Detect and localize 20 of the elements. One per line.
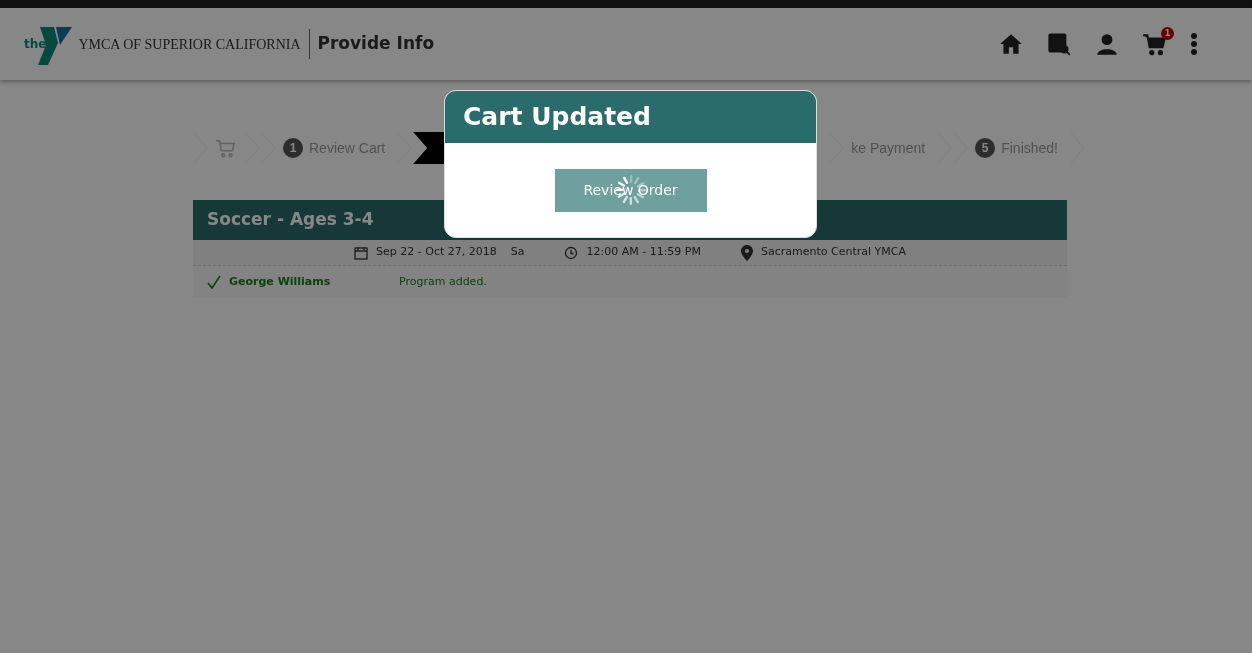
more-menu-icon[interactable] bbox=[1190, 32, 1198, 56]
cart-count-badge: 1 bbox=[1161, 27, 1174, 40]
program-dates: Sep 22 - Oct 27, 2018 bbox=[376, 244, 497, 261]
program-time: 12:00 AM - 11:59 PM bbox=[586, 244, 701, 261]
cart-icon[interactable] bbox=[1142, 31, 1168, 57]
user-icon[interactable] bbox=[1094, 31, 1120, 57]
organization-name: YMCA OF SUPERIOR CALIFORNIA bbox=[78, 35, 301, 54]
location-pin-icon bbox=[740, 244, 753, 261]
program-days: Sa bbox=[510, 244, 525, 261]
cart-icon bbox=[215, 138, 237, 158]
dialog-title: Cart Updated bbox=[445, 91, 816, 143]
participant-name: George Williams bbox=[229, 273, 332, 290]
step-number: 1 bbox=[283, 138, 303, 158]
step-number: 5 bbox=[975, 138, 996, 158]
participant-status: Program added. bbox=[399, 273, 487, 290]
logo-text: the bbox=[24, 36, 47, 53]
clock-icon bbox=[564, 245, 579, 260]
program-location: Sacramento Central YMCA bbox=[760, 244, 906, 261]
calendar-icon bbox=[354, 245, 369, 260]
page-title: Provide Info bbox=[317, 32, 435, 56]
